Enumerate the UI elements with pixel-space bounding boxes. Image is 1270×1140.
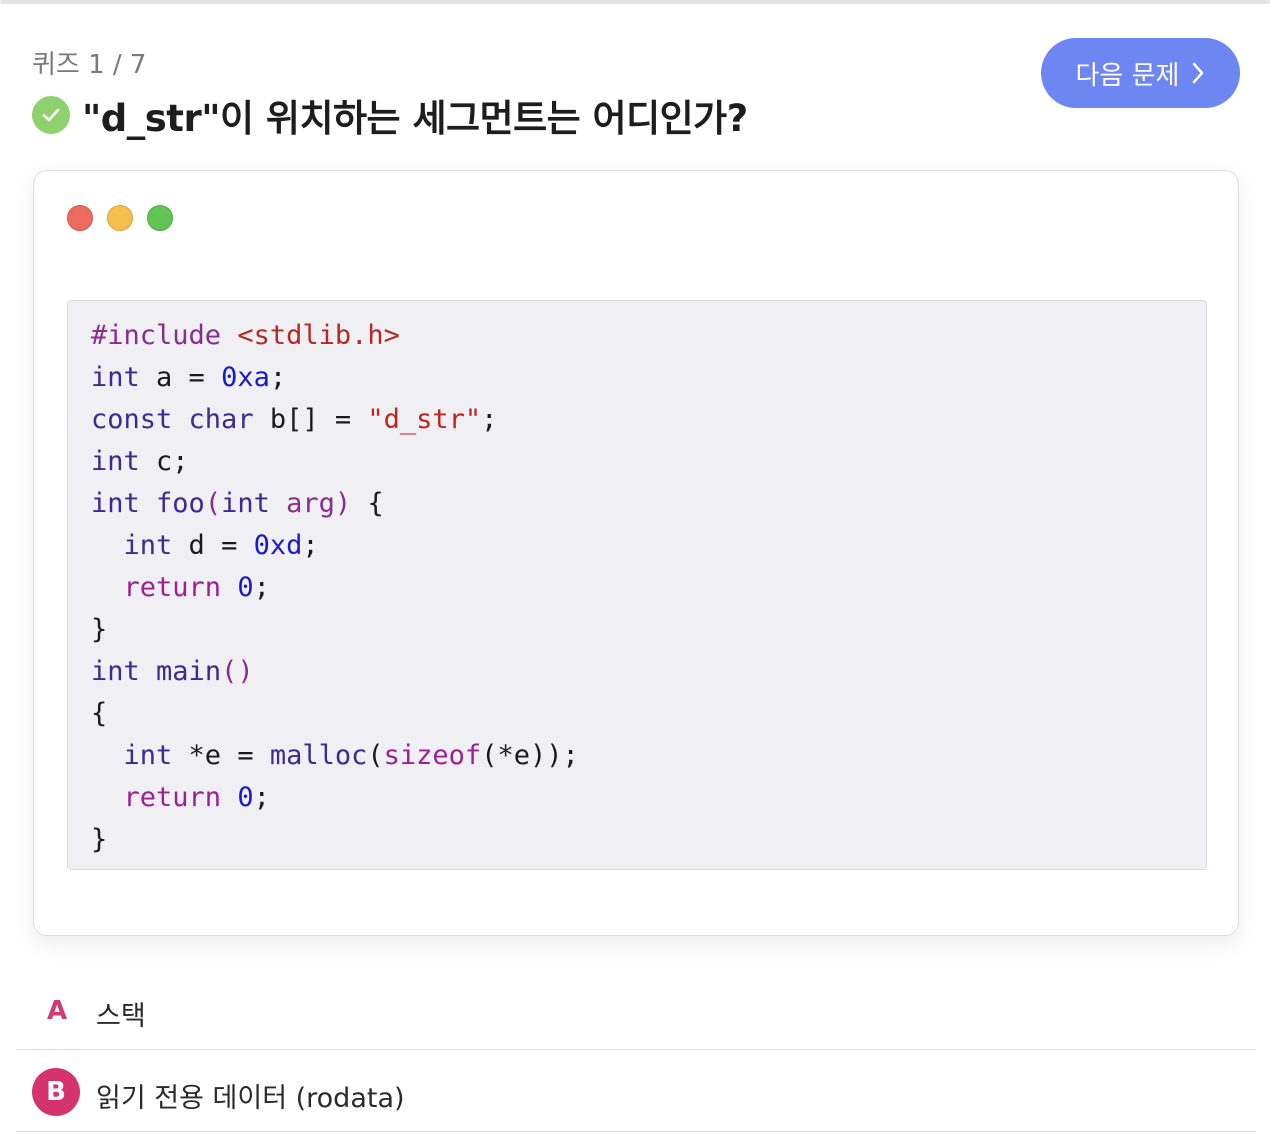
code-token: int <box>91 362 140 393</box>
code-token: return <box>123 782 222 813</box>
code-token: { <box>91 698 108 729</box>
code-window: #include <stdlib.h> int a = 0xa; const cha… <box>33 170 1239 936</box>
check-circle-icon <box>32 96 70 134</box>
code-token: ) <box>334 488 352 519</box>
code-token: ; <box>481 404 498 435</box>
code-token: sizeof <box>383 740 482 771</box>
code-line: #include <stdlib.h> <box>91 315 1206 357</box>
code-token: } <box>91 824 108 855</box>
code-line: int main() <box>91 651 1206 693</box>
code-token: ( <box>367 740 384 771</box>
quiz-counter: 퀴즈 1 / 7 <box>32 50 147 80</box>
code-token: ; <box>253 782 270 813</box>
code-token: arg <box>286 488 335 519</box>
code-token: 0xa <box>221 362 270 393</box>
code-line: } <box>91 609 1206 651</box>
code-token: 0xd <box>253 530 303 561</box>
code-token: *e = <box>172 740 270 771</box>
question-header: "d_str"이 위치하는 세그먼트는 어디인가? <box>32 88 748 142</box>
code-token: int <box>123 740 173 771</box>
code-token: b[] = <box>253 404 368 435</box>
option-letter: A <box>47 996 68 1026</box>
code-token: a = <box>139 362 222 393</box>
code-line: int d = 0xd; <box>91 525 1206 567</box>
code-token: int <box>91 488 140 519</box>
code-token: (*e)); <box>481 740 579 771</box>
code-token: { <box>351 488 384 519</box>
code-token: return <box>123 572 222 603</box>
code-token: #include <box>91 320 238 351</box>
code-line: int foo(int arg) { <box>91 483 1206 525</box>
code-token: int <box>123 530 173 561</box>
close-dot-icon <box>67 205 93 231</box>
code-line: int a = 0xa; <box>91 357 1206 399</box>
chevron-right-icon <box>1193 62 1204 84</box>
code-token: foo <box>156 488 205 519</box>
maximize-dot-icon <box>147 205 173 231</box>
code-token: int <box>91 656 140 687</box>
code-token: "d_str" <box>367 404 482 435</box>
code-token: ; <box>302 530 319 561</box>
minimize-dot-icon <box>107 205 133 231</box>
code-token: c; <box>139 446 189 477</box>
code-line: int c; <box>91 441 1206 483</box>
code-token: } <box>91 614 108 645</box>
code-token: ; <box>253 572 270 603</box>
code-line: } <box>91 819 1206 861</box>
code-token: int <box>91 446 140 477</box>
option-text: 읽기 전용 데이터 (rodata) <box>96 1083 405 1114</box>
code-line: return 0; <box>91 567 1206 609</box>
option-b[interactable]: B 읽기 전용 데이터 (rodata) <box>16 1050 1256 1132</box>
code-token: char <box>188 404 254 435</box>
code-line: int *e = malloc(sizeof(*e)); <box>91 735 1206 777</box>
next-question-label: 다음 문제 <box>1075 60 1180 91</box>
code-token: <stdlib.h> <box>237 320 400 351</box>
code-line: { <box>91 693 1206 735</box>
code-token: main <box>156 656 222 687</box>
option-letter-selected-badge: B <box>32 1068 80 1116</box>
code-token: ( <box>204 488 222 519</box>
option-a[interactable]: A 스택 <box>16 984 1256 1050</box>
code-token: 0 <box>237 782 254 813</box>
question-title: "d_str"이 위치하는 세그먼트는 어디인가? <box>82 97 748 140</box>
code-block: #include <stdlib.h> int a = 0xa; const cha… <box>67 300 1207 870</box>
code-token: () <box>221 656 254 687</box>
top-divider <box>0 0 1270 4</box>
code-token: ; <box>269 362 287 393</box>
code-token: const <box>91 404 173 435</box>
next-question-button[interactable]: 다음 문제 <box>1041 38 1240 108</box>
code-token: malloc <box>269 740 368 771</box>
code-token: 0 <box>237 572 254 603</box>
code-line: return 0; <box>91 777 1206 819</box>
code-line: const char b[] = "d_str"; <box>91 399 1206 441</box>
option-text: 스택 <box>96 1001 146 1032</box>
code-token: int <box>221 488 270 519</box>
code-token: d = <box>172 530 254 561</box>
